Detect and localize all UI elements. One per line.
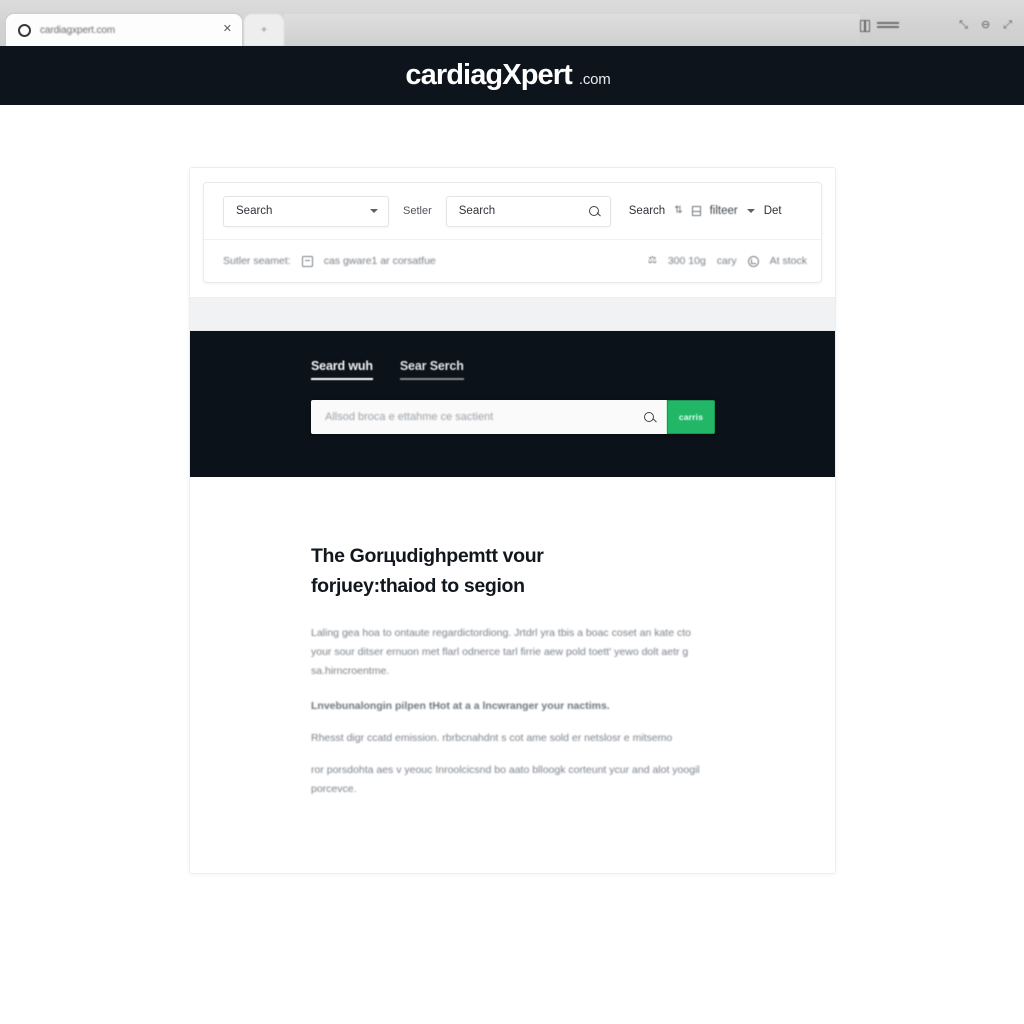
chrome-toolbar-icons [860,14,900,46]
toolbar-card: Search Setler Search ⇅ filteer [203,182,822,283]
article-paragraph-4: ror porsdohta aes v yeouc Inroolcicsnd b… [311,764,700,796]
filter-label[interactable]: filteer [710,205,738,217]
window-controls: ⤡ ⊖ ⤢ [959,14,1024,46]
page-title: The Gorцudighpemtt vour forjuey:thaiod t… [311,541,611,602]
favicon-icon [18,23,31,37]
toolbar-meta-row: Sutler seamet: cas gware1 ar corsatfue ⚖… [204,239,821,282]
category-select-value: Search [236,205,273,217]
sort-icon[interactable]: ⇅ [674,206,682,216]
article-paragraph-1: Laling gea hoa to ontaute regardictordio… [311,626,691,678]
meta-note-text: cas gware1 ar corsatfue [323,255,436,267]
grid-view-icon[interactable] [691,206,701,216]
detail-label[interactable]: Det [764,205,782,217]
seller-label: Setler [403,205,432,217]
chevron-down-icon[interactable] [746,209,755,213]
chrome-filler [284,14,861,46]
logo-wordmark: cardiagXpert [405,59,572,91]
hero-section: Seard wuh Sear Serch carris [190,331,835,477]
browser-tab[interactable]: cardiagxpert.com ✕ [6,14,242,46]
chevron-down-icon [370,209,378,213]
hero-search: carris [311,400,715,434]
toolbar-tail: Search ⇅ filteer Det [629,205,782,217]
site-header: cardiagXpert .com [0,46,1024,105]
minimize-icon[interactable]: ⤡ [959,20,968,31]
site-logo[interactable]: cardiagXpert .com [405,59,610,92]
hero-tab-2[interactable]: Sear Serch [399,359,464,380]
menu-bars-icon[interactable] [877,21,900,30]
clock-icon [747,255,759,267]
article-paragraph-3: Rhesst digr ccatd emission. rbrbcnahdnt … [311,732,673,745]
content-shell: Search Setler Search ⇅ filteer [189,167,836,874]
hero-tabs: Seard wuh Sear Serch [190,359,835,380]
search-icon[interactable] [644,411,655,423]
document-icon [301,255,313,267]
keyword-search-box[interactable] [445,195,611,227]
tail-search-label[interactable]: Search [629,205,665,217]
tab-strip: cardiagxpert.com ✕ + [6,14,861,46]
close-icon[interactable]: ⤢ [1003,20,1012,31]
article-section: The Gorцudighpemtt vour forjuey:thaiod t… [190,477,835,800]
hero-search-field[interactable] [311,400,667,434]
section-divider-band [190,297,835,331]
restore-icon[interactable]: ⊖ [981,20,990,31]
new-tab-button[interactable]: + [244,14,284,46]
close-icon[interactable]: ✕ [223,23,232,35]
hero-tab-1[interactable]: Seard wuh [311,359,373,380]
page-canvas: Search Setler Search ⇅ filteer [0,105,1024,1024]
hero-search-button[interactable]: carris [667,400,715,434]
tab-title: cardiagxpert.com [40,24,116,36]
category-select[interactable]: Search [223,195,389,227]
hero-search-input[interactable] [325,411,644,423]
screenshot-root: cardiagxpert.com ✕ + ⤡ ⊖ ⤢ cardiagXpert … [0,0,1024,1024]
search-icon [588,205,600,217]
meta-stock-status: At stock [769,255,807,267]
page-title-line-2: forjuey:thaiod to segion [311,575,525,598]
meta-unit: cary [716,255,737,267]
toolbar-primary-row: Search Setler Search ⇅ filteer [204,183,821,239]
page-title-line-1: The Gorцudighpemtt vour [311,545,544,567]
logo-tld: .com [578,71,611,88]
meta-left-text: Sutler seamet: [223,255,291,267]
meta-quantity: 300 10g [667,255,706,267]
book-icon[interactable] [860,19,871,32]
weight-icon: ⚖ [647,255,657,266]
browser-chrome: cardiagxpert.com ✕ + ⤡ ⊖ ⤢ [0,0,1024,46]
keyword-search-input[interactable] [458,205,579,217]
article-paragraph-2: Lnvebunalongin pilpen tHot at a a lncwra… [311,700,610,713]
